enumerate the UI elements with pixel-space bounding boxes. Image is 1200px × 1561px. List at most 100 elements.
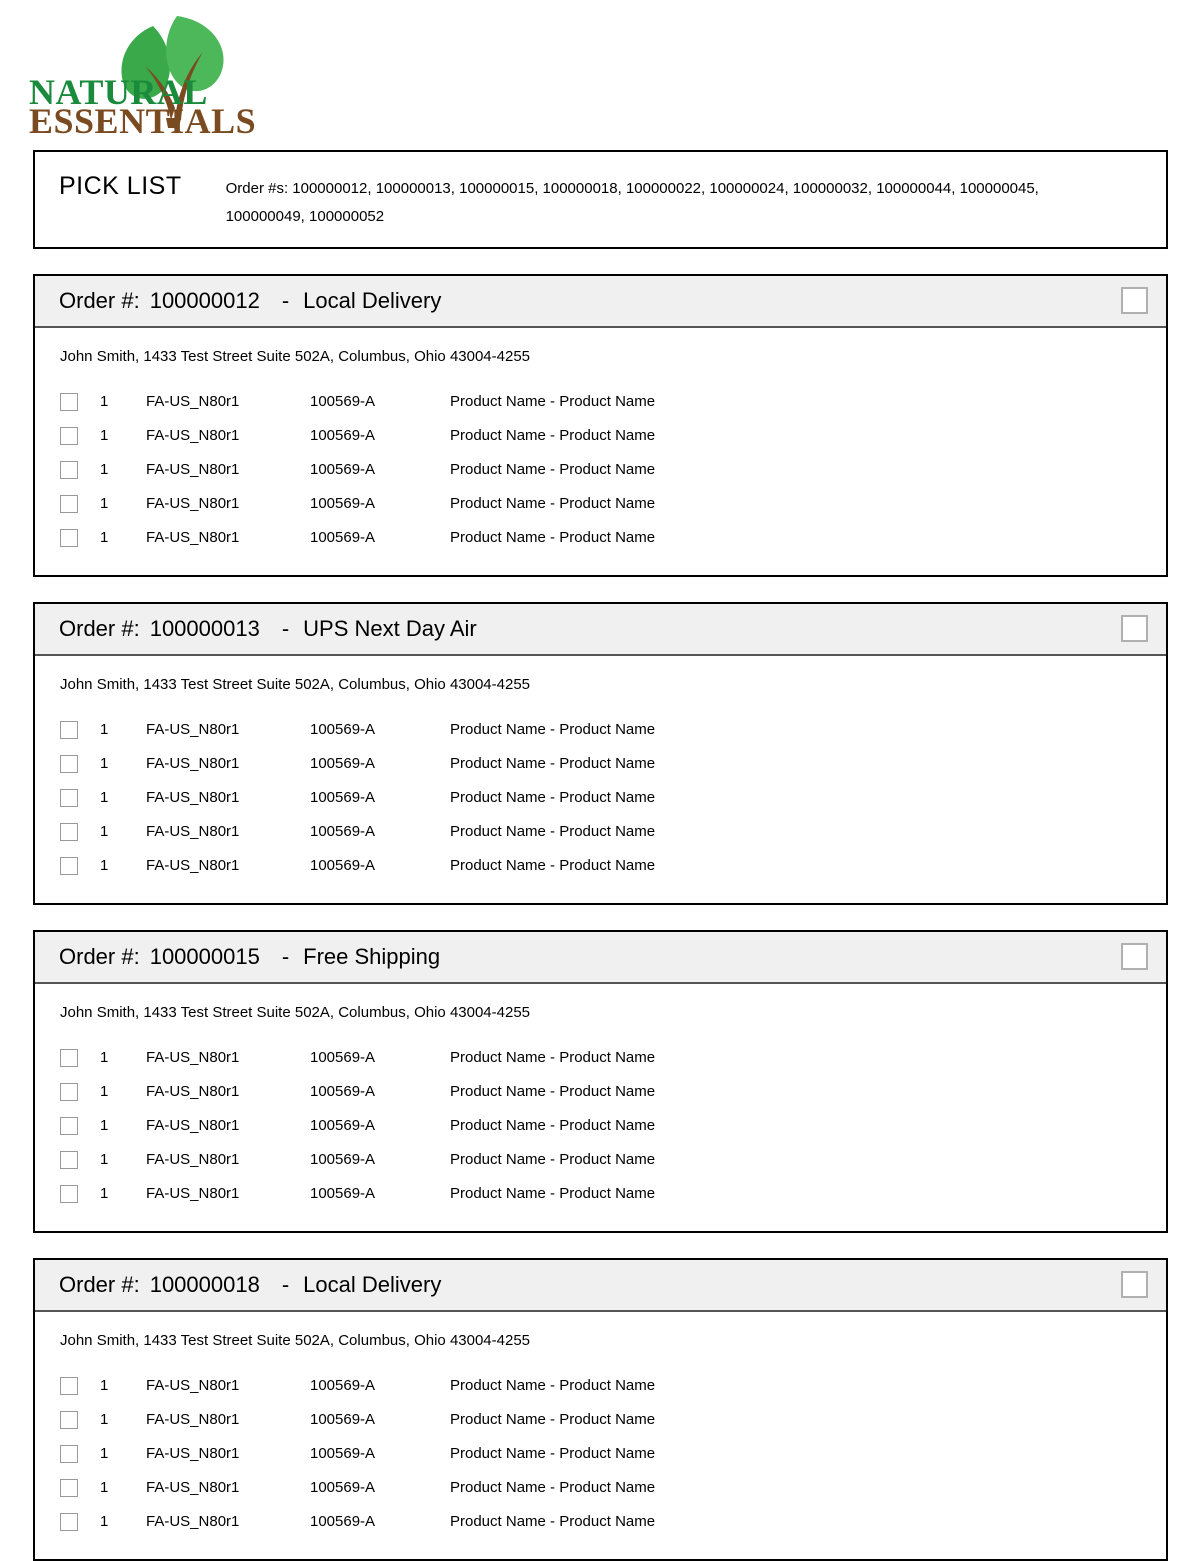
item-code: 100569-A	[310, 721, 376, 738]
item-picked-checkbox[interactable]	[60, 392, 78, 411]
item-code: 100569-A	[310, 789, 376, 806]
item-code: 100569-A	[310, 755, 376, 772]
order-header-text: Order #: 100000018- Local Delivery	[59, 1272, 441, 1298]
item-sku: FA-US_N80r1	[146, 1377, 240, 1394]
item-code: 100569-A	[310, 1479, 376, 1496]
shipping-method: Local Delivery	[303, 287, 442, 313]
pick-list-document: PICK LIST Order #s: 100000012, 100000013…	[33, 150, 1168, 1561]
item-quantity: 1	[100, 1117, 109, 1134]
item-row: 1 FA-US_N80r1 100569-A Product Name - Produ…	[35, 1471, 1166, 1505]
item-picked-checkbox[interactable]	[60, 460, 78, 479]
order-body: John Smith, 1433 Test Street Suite 502A,…	[35, 1312, 1166, 1559]
item-sku: FA-US_N80r1	[146, 529, 240, 546]
item-product-name: Product Name - Product Name	[450, 1479, 656, 1496]
item-code: 100569-A	[310, 1411, 376, 1428]
item-picked-checkbox[interactable]	[60, 1478, 78, 1497]
item-row: 1 FA-US_N80r1 100569-A Product Name - Produ…	[35, 1075, 1166, 1109]
item-sku: FA-US_N80r1	[146, 495, 240, 512]
item-list: 1 FA-US_N80r1 100569-A Product Name - Produ…	[35, 385, 1166, 555]
item-code: 100569-A	[310, 823, 376, 840]
item-quantity: 1	[100, 427, 109, 444]
order-label-prefix: Order #:	[59, 287, 140, 313]
item-product-name: Product Name - Product Name	[450, 393, 656, 410]
item-row: 1 FA-US_N80r1 100569-A Product Name - Produ…	[35, 1369, 1166, 1403]
item-picked-checkbox[interactable]	[60, 1512, 78, 1531]
item-product-name: Product Name - Product Name	[450, 427, 656, 444]
item-code: 100569-A	[310, 857, 376, 874]
item-product-name: Product Name - Product Name	[450, 461, 656, 478]
item-picked-checkbox[interactable]	[60, 1150, 78, 1169]
item-sku: FA-US_N80r1	[146, 1445, 240, 1462]
item-picked-checkbox[interactable]	[60, 1376, 78, 1395]
item-row: 1 FA-US_N80r1 100569-A Product Name - Produ…	[35, 419, 1166, 453]
item-sku: FA-US_N80r1	[146, 1117, 240, 1134]
item-code: 100569-A	[310, 1083, 376, 1100]
item-product-name: Product Name - Product Name	[450, 1445, 656, 1462]
item-sku: FA-US_N80r1	[146, 857, 240, 874]
item-picked-checkbox[interactable]	[60, 822, 78, 841]
item-product-name: Product Name - Product Name	[450, 1513, 656, 1530]
item-quantity: 1	[100, 857, 109, 874]
item-row: 1 FA-US_N80r1 100569-A Product Name - Produ…	[35, 849, 1166, 883]
order-block: Order #: 100000018- Local Delivery John Smi…	[33, 1257, 1168, 1561]
order-label-prefix: Order #:	[59, 615, 140, 641]
item-picked-checkbox[interactable]	[60, 1410, 78, 1429]
item-quantity: 1	[100, 1151, 109, 1168]
item-quantity: 1	[100, 1377, 109, 1394]
order-block: Order #: 100000012- Local Delivery John Smi…	[33, 273, 1168, 577]
item-sku: FA-US_N80r1	[146, 789, 240, 806]
item-picked-checkbox[interactable]	[60, 1116, 78, 1135]
item-picked-checkbox[interactable]	[60, 1444, 78, 1463]
order-number: 100000012	[149, 287, 260, 313]
item-product-name: Product Name - Product Name	[450, 529, 656, 546]
item-row: 1 FA-US_N80r1 100569-A Product Name - Produ…	[35, 1109, 1166, 1143]
item-product-name: Product Name - Product Name	[450, 1117, 656, 1134]
item-picked-checkbox[interactable]	[60, 1048, 78, 1067]
item-code: 100569-A	[310, 1185, 376, 1202]
order-header-text: Order #: 100000013- UPS Next Day Air	[59, 616, 477, 642]
item-picked-checkbox[interactable]	[60, 426, 78, 445]
item-sku: FA-US_N80r1	[146, 1513, 240, 1530]
order-header: Order #: 100000012- Local Delivery	[35, 275, 1166, 328]
item-quantity: 1	[100, 1185, 109, 1202]
item-code: 100569-A	[310, 461, 376, 478]
item-picked-checkbox[interactable]	[60, 856, 78, 875]
item-sku: FA-US_N80r1	[146, 427, 240, 444]
item-code: 100569-A	[310, 495, 376, 512]
item-picked-checkbox[interactable]	[60, 1082, 78, 1101]
order-number: 100000013	[149, 615, 260, 641]
order-body: John Smith, 1433 Test Street Suite 502A,…	[35, 656, 1166, 903]
order-separator: -	[281, 943, 290, 969]
item-picked-checkbox[interactable]	[60, 720, 78, 739]
item-row: 1 FA-US_N80r1 100569-A Product Name - Produ…	[35, 815, 1166, 849]
item-row: 1 FA-US_N80r1 100569-A Product Name - Produ…	[35, 1143, 1166, 1177]
item-picked-checkbox[interactable]	[60, 528, 78, 547]
orders-container: Order #: 100000012- Local Delivery John Smi…	[33, 273, 1168, 1561]
item-quantity: 1	[100, 495, 109, 512]
item-quantity: 1	[100, 1411, 109, 1428]
order-complete-checkbox[interactable]	[1121, 1271, 1148, 1298]
item-list: 1 FA-US_N80r1 100569-A Product Name - Produ…	[35, 1041, 1166, 1211]
item-sku: FA-US_N80r1	[146, 1151, 240, 1168]
item-picked-checkbox[interactable]	[60, 1184, 78, 1203]
item-product-name: Product Name - Product Name	[450, 495, 656, 512]
item-quantity: 1	[100, 529, 109, 546]
item-sku: FA-US_N80r1	[146, 1479, 240, 1496]
order-header-text: Order #: 100000015- Free Shipping	[59, 944, 440, 970]
order-complete-checkbox[interactable]	[1121, 943, 1148, 970]
customer-address: John Smith, 1433 Test Street Suite 502A,…	[60, 1331, 531, 1349]
order-complete-checkbox[interactable]	[1121, 287, 1148, 314]
item-product-name: Product Name - Product Name	[450, 789, 656, 806]
order-complete-checkbox[interactable]	[1121, 615, 1148, 642]
item-picked-checkbox[interactable]	[60, 494, 78, 513]
brand-logo: NATURAL ESSENTIALS	[25, 8, 255, 136]
order-block: Order #: 100000013- UPS Next Day Air John S…	[33, 601, 1168, 905]
order-header-text: Order #: 100000012- Local Delivery	[59, 288, 441, 314]
order-body: John Smith, 1433 Test Street Suite 502A,…	[35, 984, 1166, 1231]
item-row: 1 FA-US_N80r1 100569-A Product Name - Produ…	[35, 487, 1166, 521]
item-picked-checkbox[interactable]	[60, 754, 78, 773]
item-picked-checkbox[interactable]	[60, 788, 78, 807]
item-sku: FA-US_N80r1	[146, 823, 240, 840]
order-separator: -	[281, 287, 290, 313]
pick-list-header: PICK LIST Order #s: 100000012, 100000013…	[33, 150, 1168, 249]
